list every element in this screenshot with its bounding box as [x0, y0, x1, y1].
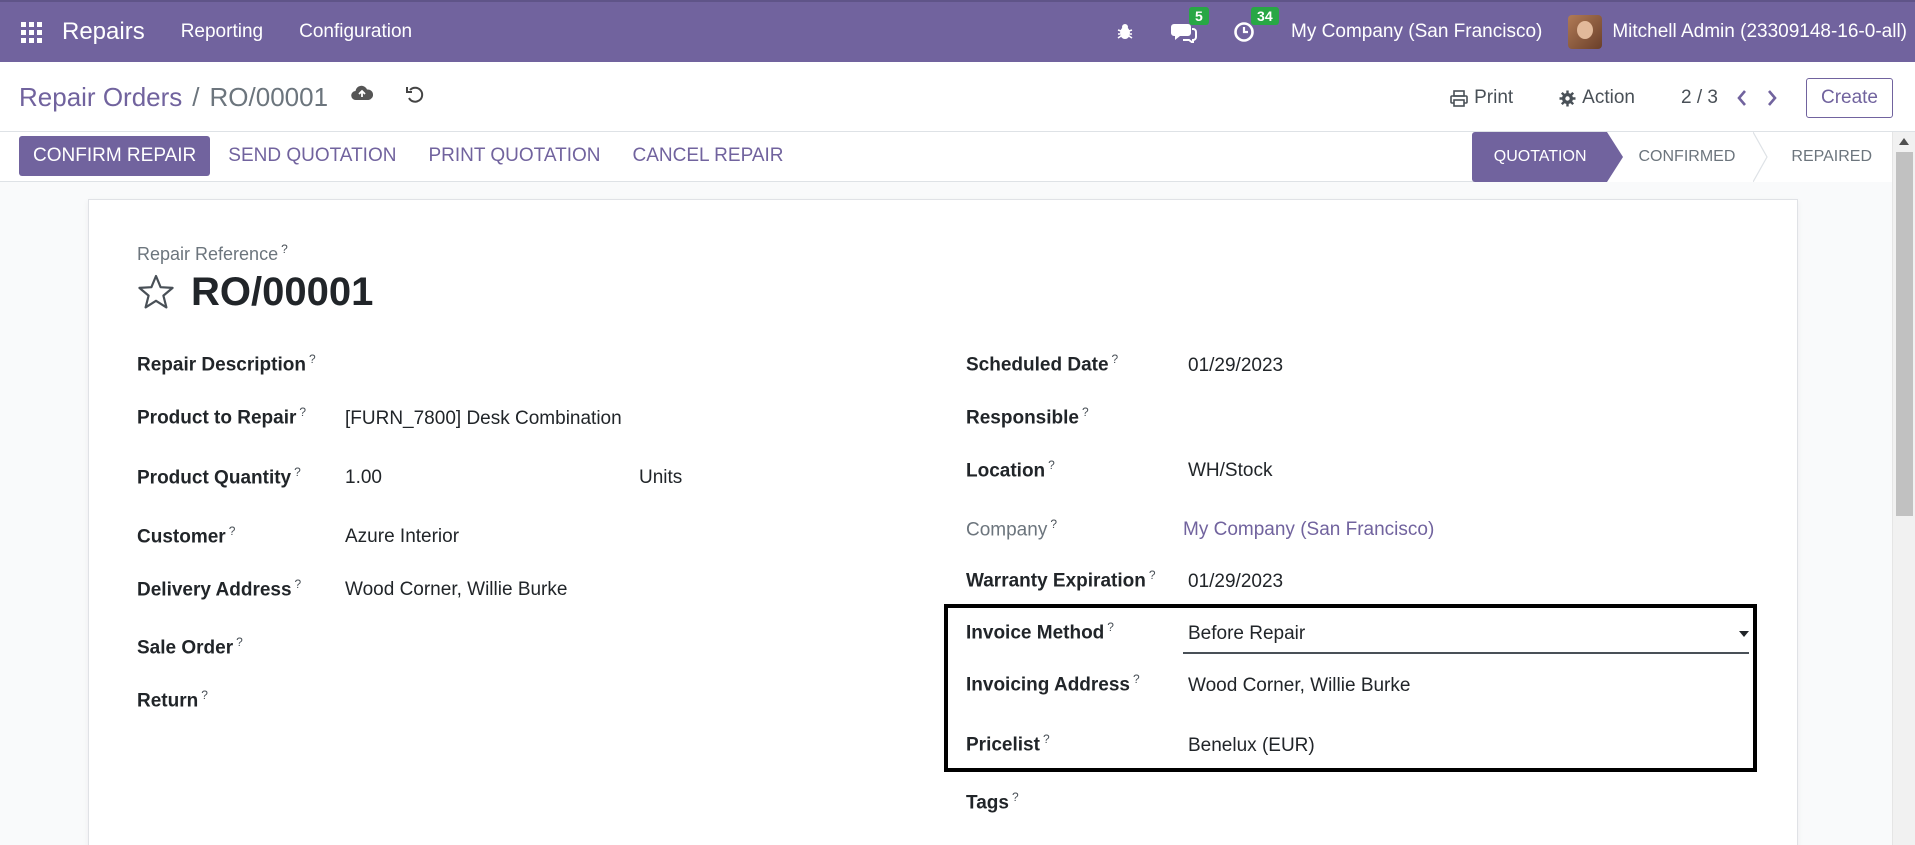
responsible-label: Responsible? — [966, 405, 1089, 429]
cancel-repair-button[interactable]: CANCEL REPAIR — [619, 136, 798, 176]
scheduled-date-field[interactable]: 01/29/2023 — [1188, 355, 1283, 377]
company-field[interactable]: My Company (San Francisco) — [1183, 519, 1434, 541]
breadcrumb-separator: / — [192, 82, 200, 112]
location-field[interactable]: WH/Stock — [1188, 460, 1272, 482]
warranty-expiration-label: Warranty Expiration? — [966, 568, 1156, 592]
messages-icon[interactable]: 5 — [1171, 7, 1209, 43]
breadcrumb-current: RO/00001 — [209, 82, 329, 112]
form-statusbar: CONFIRM REPAIR SEND QUOTATION PRINT QUOT… — [0, 132, 1892, 182]
send-quotation-button[interactable]: SEND QUOTATION — [214, 136, 410, 176]
return-label: Return? — [137, 688, 208, 712]
save-cloud-icon[interactable] — [351, 84, 374, 107]
stage-divider-icon — [1753, 132, 1769, 182]
status-stages: QUOTATION CONFIRMED REPAIRED — [1471, 132, 1892, 182]
print-quotation-button[interactable]: PRINT QUOTATION — [414, 136, 614, 176]
invoice-method-select[interactable]: Before Repair — [1188, 623, 1305, 645]
messages-badge: 5 — [1189, 7, 1209, 25]
invoicing-address-label: Invoicing Address? — [966, 672, 1140, 696]
control-panel: Repair Orders / RO/00001 Print Action 2 … — [0, 62, 1915, 132]
product-quantity-field[interactable]: 1.00 — [345, 467, 382, 489]
stage-repaired[interactable]: REPAIRED — [1761, 132, 1892, 182]
pager-previous-icon[interactable] — [1736, 89, 1748, 107]
user-name: Mitchell Admin (23309148-16-0-all) — [1612, 21, 1907, 42]
delivery-address-field[interactable]: Wood Corner, Willie Burke — [345, 579, 567, 601]
product-to-repair-label: Product to Repair? — [137, 405, 307, 429]
debug-bug-icon[interactable] — [1115, 22, 1135, 42]
warranty-expiration-field[interactable]: 01/29/2023 — [1188, 571, 1283, 593]
product-uom-field[interactable]: Units — [639, 467, 682, 489]
breadcrumb: Repair Orders / RO/00001 — [19, 82, 328, 113]
breadcrumb-repair-orders[interactable]: Repair Orders — [19, 82, 182, 113]
stage-quotation[interactable]: QUOTATION — [1471, 132, 1623, 182]
scrollbar[interactable] — [1892, 132, 1915, 845]
stage-quotation-label: QUOTATION — [1493, 148, 1587, 165]
sale-order-label: Sale Order? — [137, 635, 243, 659]
product-to-repair-field[interactable]: [FURN_7800] Desk Combination — [345, 408, 622, 430]
scroll-thumb[interactable] — [1896, 152, 1913, 516]
company-switcher[interactable]: My Company (San Francisco) — [1291, 21, 1542, 43]
product-quantity-label: Product Quantity? — [137, 465, 301, 489]
invoice-method-underline — [1183, 652, 1749, 654]
stage-confirmed-label: CONFIRMED — [1638, 148, 1736, 165]
scroll-up-arrow-icon[interactable] — [1899, 138, 1909, 145]
form-sheet: Repair Reference? RO/00001 Repair Descri… — [88, 199, 1798, 845]
menu-configuration[interactable]: Configuration — [299, 21, 412, 43]
dropdown-caret-icon[interactable] — [1739, 631, 1749, 637]
user-menu[interactable]: Mitchell Admin (23309148-16-0-all) — [1568, 15, 1907, 49]
top-navbar: Repairs Reporting Configuration 5 34 My … — [0, 0, 1915, 62]
app-brand[interactable]: Repairs — [62, 18, 145, 46]
confirm-repair-button[interactable]: CONFIRM REPAIR — [19, 136, 211, 176]
activities-clock-icon[interactable]: 34 — [1233, 7, 1279, 43]
gear-icon — [1559, 90, 1576, 106]
stage-repaired-label: REPAIRED — [1791, 148, 1872, 165]
customer-field[interactable]: Azure Interior — [345, 526, 459, 548]
action-label: Action — [1582, 87, 1635, 108]
invoicing-address-field[interactable]: Wood Corner, Willie Burke — [1188, 675, 1410, 697]
menu-reporting[interactable]: Reporting — [181, 21, 263, 43]
pager-next-icon[interactable] — [1766, 89, 1778, 107]
repair-reference-title: RO/00001 — [191, 270, 374, 314]
print-label: Print — [1474, 87, 1514, 108]
delivery-address-label: Delivery Address? — [137, 577, 302, 601]
discard-undo-icon[interactable] — [405, 84, 425, 109]
avatar — [1568, 15, 1603, 49]
repair-description-label: Repair Description? — [137, 352, 316, 376]
company-label: Company? — [966, 517, 1058, 541]
stage-confirmed[interactable]: CONFIRMED — [1606, 132, 1769, 182]
repair-reference-label: Repair Reference? — [137, 242, 288, 264]
pager-value[interactable]: 2 / 3 — [1681, 87, 1718, 109]
pricelist-field[interactable]: Benelux (EUR) — [1188, 735, 1315, 757]
pricelist-label: Pricelist? — [966, 732, 1050, 756]
print-button[interactable]: Print — [1450, 87, 1513, 109]
invoice-method-label: Invoice Method? — [966, 620, 1114, 644]
printer-icon — [1450, 89, 1468, 107]
tags-label: Tags? — [966, 790, 1019, 814]
create-button[interactable]: Create — [1805, 78, 1893, 118]
favorite-star-icon[interactable] — [137, 274, 175, 315]
activities-badge: 34 — [1251, 7, 1279, 25]
scheduled-date-label: Scheduled Date? — [966, 352, 1119, 376]
action-button[interactable]: Action — [1559, 87, 1635, 109]
location-label: Location? — [966, 458, 1055, 482]
apps-menu-icon[interactable] — [0, 1, 62, 63]
customer-label: Customer? — [137, 524, 236, 548]
